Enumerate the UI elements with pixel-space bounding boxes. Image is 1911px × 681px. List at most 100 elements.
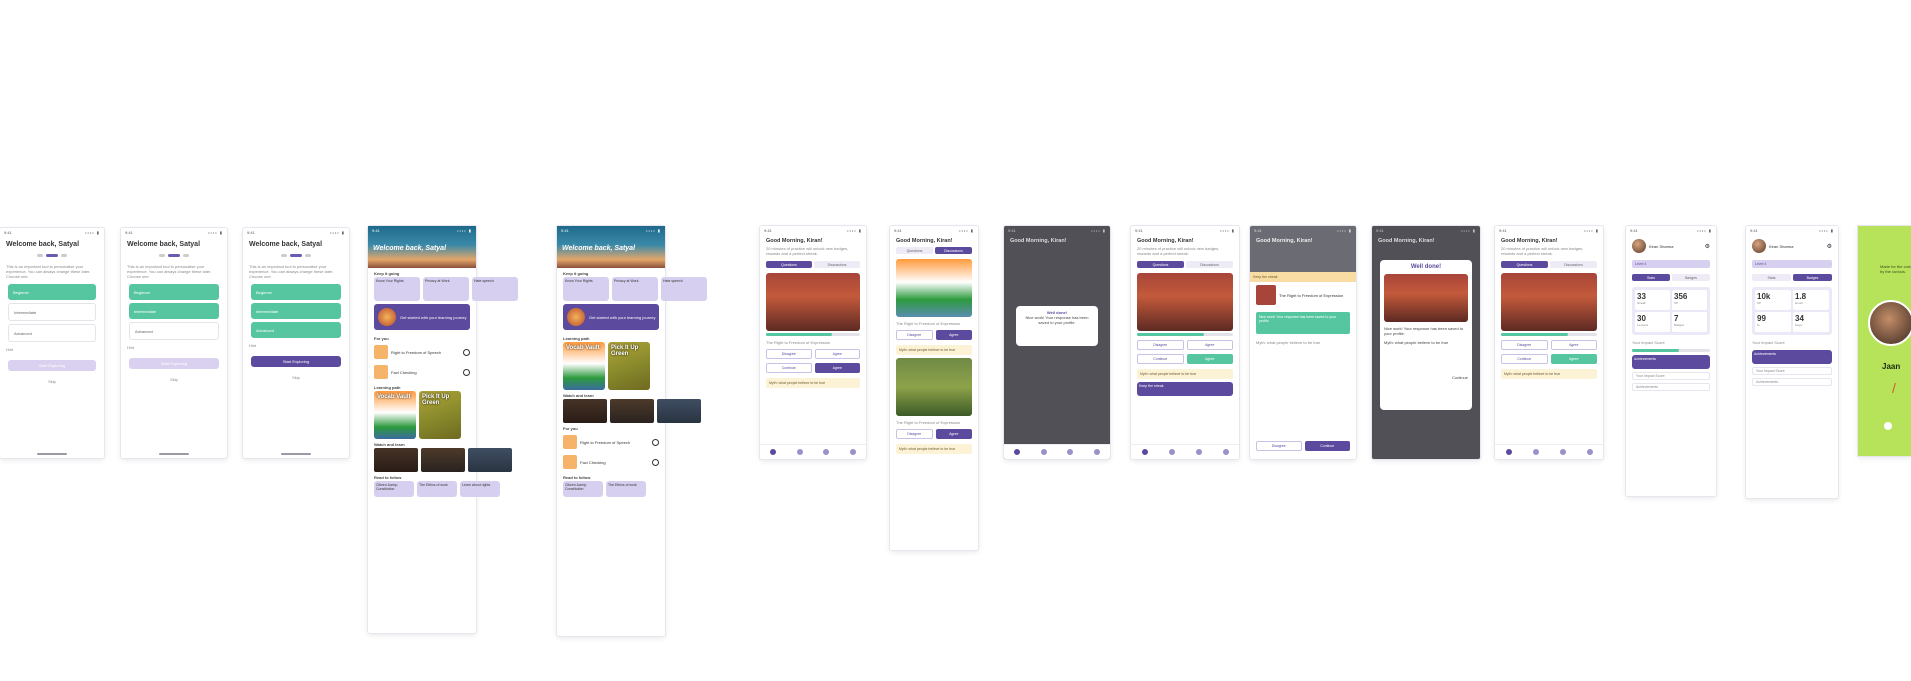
option-beginner[interactable]: Beginner	[129, 284, 219, 300]
agree-button[interactable]: Agree	[1186, 340, 1233, 350]
tab-stats[interactable]: Stats	[1632, 274, 1670, 281]
tab-questions[interactable]: Questions	[766, 261, 812, 268]
agree-button[interactable]: Agree	[814, 363, 860, 373]
tab-discussions[interactable]: Discussions	[935, 247, 972, 254]
tab-discussions[interactable]: Discussions	[814, 261, 860, 268]
tab-badges[interactable]: Badges	[1793, 274, 1832, 281]
lesson-card[interactable]: Hate speech	[472, 277, 518, 301]
home-icon[interactable]	[1141, 449, 1148, 455]
topic-card-field[interactable]: Pick It Up Green	[419, 391, 461, 439]
tab-questions[interactable]: Questions	[896, 247, 933, 254]
agree-button[interactable]: Agree	[1550, 340, 1597, 350]
lesson-card[interactable]: Know Your Rights	[374, 277, 420, 301]
start-button[interactable]: Start Exploring	[251, 356, 341, 367]
learn-icon[interactable]	[1559, 449, 1566, 455]
agree-button[interactable]: Agree	[1550, 354, 1597, 364]
feed-photo[interactable]	[896, 358, 972, 416]
explore-icon[interactable]	[1532, 449, 1539, 455]
disagree-button[interactable]: Disagree	[766, 349, 812, 359]
learn-icon[interactable]	[1067, 449, 1074, 455]
streak-banner[interactable]: Keep the streak	[1137, 382, 1233, 396]
home-icon[interactable]	[1505, 449, 1512, 455]
home-icon[interactable]	[770, 449, 777, 455]
read-chip[interactable]: The Ethics of work	[417, 481, 457, 497]
profile-icon[interactable]	[1586, 449, 1593, 455]
avatar[interactable]	[1632, 239, 1646, 253]
continue-button[interactable]: Continue	[766, 363, 812, 373]
topic-card-flag[interactable]: Vocab Vault	[374, 391, 416, 439]
disagree-button[interactable]: Disagree	[1501, 340, 1548, 350]
explore-icon[interactable]	[796, 449, 803, 455]
option-beginner[interactable]: Beginner	[251, 284, 341, 300]
option-advanced[interactable]: Advanced	[251, 322, 341, 338]
list-item[interactable]: Fact Checking	[368, 362, 476, 382]
video-thumbnail[interactable]	[657, 399, 701, 423]
learn-icon[interactable]	[823, 449, 830, 455]
list-item[interactable]: Right to Freedom of Speech	[557, 432, 665, 452]
tab-questions[interactable]: Questions	[1137, 261, 1184, 268]
feed-photo[interactable]	[896, 259, 972, 317]
tab-discussions[interactable]: Discussions	[1550, 261, 1597, 268]
lesson-card[interactable]: Privacy at Work	[423, 277, 469, 301]
hint-checkbox[interactable]: Hint	[243, 341, 349, 350]
agree-button[interactable]: Agree	[814, 349, 860, 359]
feed-photo[interactable]	[1137, 273, 1233, 331]
lesson-card[interactable]: Know Your Rights	[563, 277, 609, 301]
achievements-card[interactable]: Achievements	[1752, 350, 1832, 364]
read-chip[interactable]: The Ethics of work	[606, 481, 646, 497]
video-thumbnail[interactable]	[610, 399, 654, 423]
tab-badges[interactable]: Badges	[1672, 274, 1710, 281]
profile-icon[interactable]	[1222, 449, 1229, 455]
option-advanced[interactable]: Advanced	[8, 324, 96, 342]
option-beginner[interactable]: Beginner	[8, 284, 96, 300]
option-intermediate[interactable]: Intermediate	[129, 303, 219, 319]
option-intermediate[interactable]: Intermediate	[8, 303, 96, 321]
read-chip[interactable]: Citizen &amp; Constitution	[563, 481, 603, 497]
tab-stats[interactable]: Stats	[1752, 274, 1791, 281]
list-row[interactable]: Achievements	[1632, 383, 1710, 391]
agree-button[interactable]: Agree	[1186, 354, 1233, 364]
continue-button[interactable]: Continue	[1501, 354, 1548, 364]
video-thumbnail[interactable]	[421, 448, 465, 472]
hint-checkbox[interactable]: Hint	[121, 343, 227, 352]
play-icon[interactable]	[1884, 422, 1892, 430]
video-thumbnail[interactable]	[374, 448, 418, 472]
explore-icon[interactable]	[1040, 449, 1047, 455]
start-button[interactable]: Start Exploring	[129, 358, 219, 369]
start-button[interactable]: Start Exploring	[8, 360, 96, 371]
video-thumbnail[interactable]	[563, 399, 607, 423]
topic-card-field[interactable]: Pick It Up Green	[608, 342, 650, 390]
option-intermediate[interactable]: Intermediate	[251, 303, 341, 319]
home-icon[interactable]	[1014, 449, 1021, 455]
skip-link[interactable]: Skip	[121, 375, 227, 384]
profile-icon[interactable]	[1093, 449, 1100, 455]
settings-icon[interactable]: ⚙	[1827, 243, 1832, 250]
disagree-button[interactable]: Disagree	[1256, 441, 1302, 451]
lesson-card[interactable]: Hate speech	[661, 277, 707, 301]
option-advanced[interactable]: Advanced	[129, 322, 219, 340]
tab-questions[interactable]: Questions	[1501, 261, 1548, 268]
settings-icon[interactable]: ⚙	[1705, 243, 1710, 250]
list-item[interactable]: The Right to Freedom of Expression	[1250, 282, 1356, 308]
avatar[interactable]	[1752, 239, 1766, 253]
topic-card-flag[interactable]: Vocab Vault	[563, 342, 605, 390]
agree-button[interactable]: Agree	[935, 429, 972, 439]
continue-button[interactable]: Continue	[1304, 441, 1350, 451]
read-chip[interactable]: Citizen &amp; Constitution	[374, 481, 414, 497]
continue-link[interactable]: Continue	[1384, 375, 1468, 380]
tab-discussions[interactable]: Discussions	[1186, 261, 1233, 268]
skip-link[interactable]: Skip	[0, 377, 104, 386]
profile-icon[interactable]	[849, 449, 856, 455]
lesson-card[interactable]: Privacy at Work	[612, 277, 658, 301]
continue-button[interactable]: Continue	[1137, 354, 1184, 364]
skip-link[interactable]: Skip	[243, 373, 349, 382]
list-row[interactable]: Your Impact Score	[1752, 367, 1832, 375]
learn-icon[interactable]	[1195, 449, 1202, 455]
achievements-card[interactable]: Achievements	[1632, 355, 1710, 369]
feed-photo[interactable]	[1501, 273, 1597, 331]
explore-icon[interactable]	[1168, 449, 1175, 455]
feed-photo[interactable]	[766, 273, 860, 331]
list-row[interactable]: Your Impact Score	[1632, 372, 1710, 380]
video-thumbnail[interactable]	[468, 448, 512, 472]
list-item[interactable]: Right to Freedom of Speech	[368, 342, 476, 362]
